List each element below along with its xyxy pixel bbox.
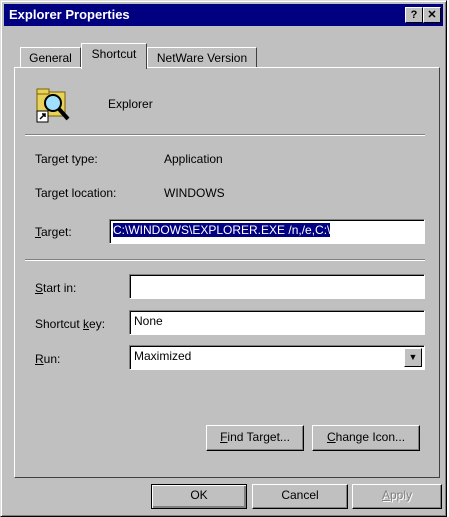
close-button[interactable]: ✕: [423, 7, 441, 23]
target-location-value: WINDOWS: [164, 186, 225, 200]
help-button[interactable]: ?: [405, 7, 423, 23]
target-location-label: Target location:: [35, 186, 117, 200]
ok-button[interactable]: OK: [151, 484, 247, 509]
explorer-shortcut-icon: [35, 86, 73, 124]
shortcut-key-label: Shortcut key:: [35, 317, 106, 331]
change-icon-button[interactable]: Change Icon...: [312, 425, 420, 451]
target-input-value: C:\WINDOWS\EXPLORER.EXE /n,/e,C:\: [113, 223, 331, 237]
apply-button[interactable]: Apply: [352, 484, 442, 509]
cancel-button[interactable]: Cancel: [252, 484, 348, 509]
separator: [25, 259, 425, 261]
start-in-label: Start in:: [35, 281, 77, 295]
target-type-label: Target type:: [35, 152, 98, 166]
shortcut-name: Explorer: [108, 97, 153, 111]
chevron-down-icon[interactable]: ▼: [404, 348, 422, 367]
window-title: Explorer Properties: [9, 7, 130, 22]
run-select-value: Maximized: [134, 349, 192, 363]
title-bar[interactable]: Explorer Properties ? ✕: [4, 4, 443, 26]
separator: [25, 134, 425, 136]
tab-shortcut[interactable]: Shortcut: [81, 43, 147, 69]
find-target-button[interactable]: Find Target...: [206, 425, 304, 451]
target-type-value: Application: [164, 152, 223, 166]
run-select[interactable]: Maximized ▼: [129, 345, 425, 370]
target-input[interactable]: C:\WINDOWS\EXPLORER.EXE /n,/e,C:\: [109, 219, 425, 244]
shortcut-key-value: None: [134, 314, 163, 328]
start-in-input[interactable]: [129, 274, 425, 299]
run-label: Run:: [35, 352, 61, 366]
shortcut-tab-panel: [14, 67, 440, 478]
target-label: Target:: [35, 225, 72, 239]
properties-window: Explorer Properties ? ✕ General Shortcut…: [0, 0, 447, 517]
shortcut-key-input[interactable]: None: [129, 310, 425, 335]
